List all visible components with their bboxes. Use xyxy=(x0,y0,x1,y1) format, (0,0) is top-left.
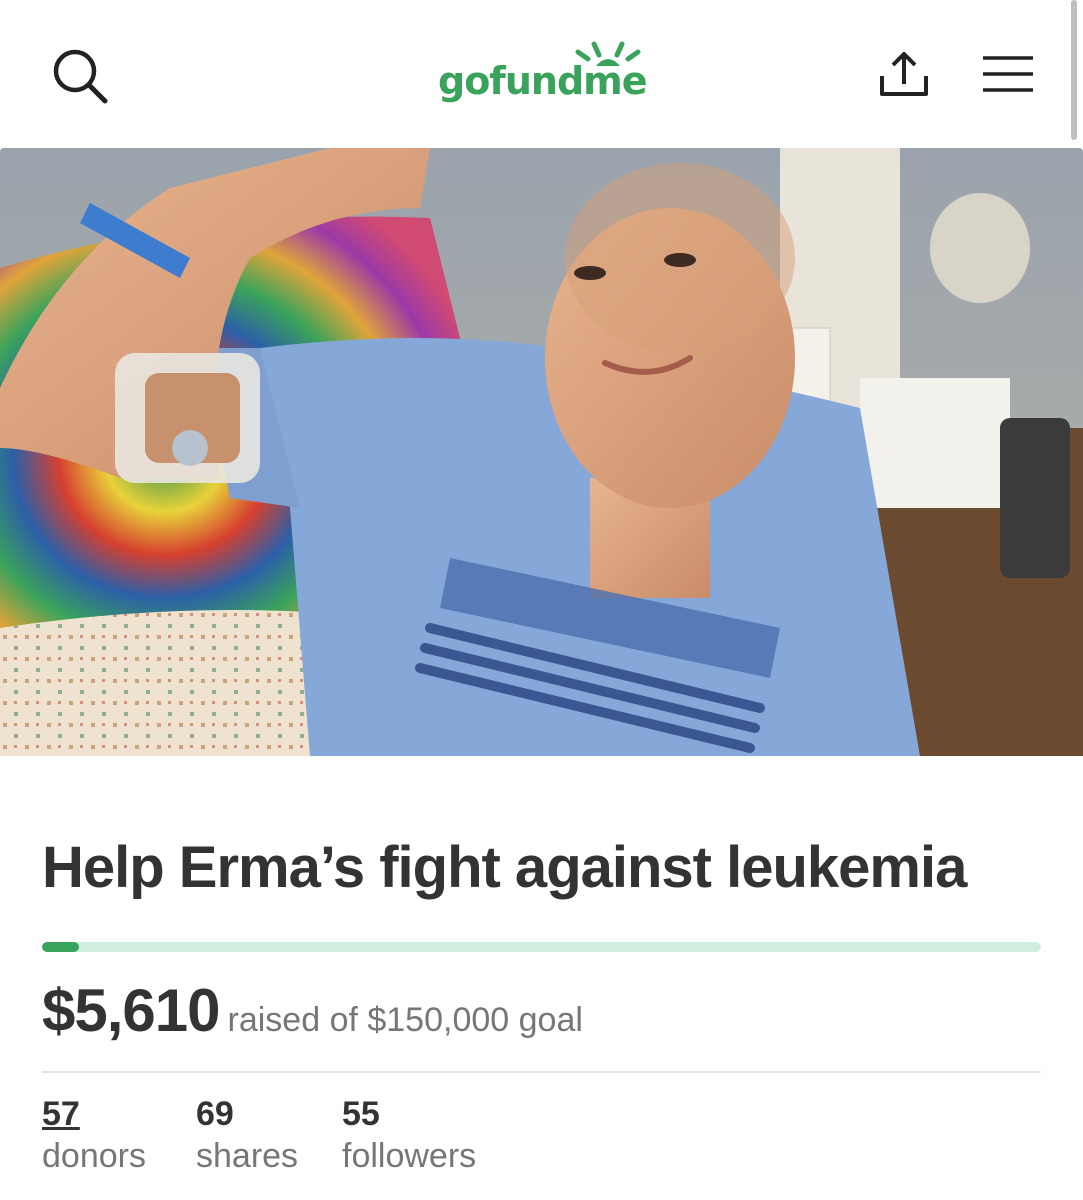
shares-label: shares xyxy=(196,1137,299,1175)
campaign-page: gofundme Help Erma’s fight against leuke… xyxy=(0,0,1083,1200)
stat-followers: 55 followers xyxy=(342,1094,476,1178)
goal-text: raised of $150,000 goal xyxy=(227,1001,583,1039)
logo-wordmark: gofundme xyxy=(438,59,648,103)
donors-label: donors xyxy=(42,1137,146,1175)
share-icon xyxy=(880,52,928,96)
followers-label: followers xyxy=(342,1137,477,1175)
campaign-hero-photo[interactable] xyxy=(0,148,1083,756)
amount-raised: $5,610 xyxy=(42,977,221,1044)
top-navigation-bar: gofundme xyxy=(0,0,1083,148)
hamburger-menu-icon xyxy=(983,56,1033,92)
campaign-title: Help Erma’s fight against leukemia xyxy=(42,835,967,900)
amount-raised-row: $5,610 raised of $150,000 goal xyxy=(42,976,583,1045)
gofundme-logo[interactable]: gofundme xyxy=(436,38,651,110)
donors-count-link[interactable]: 57 xyxy=(42,1094,146,1134)
divider xyxy=(42,1071,1041,1073)
search-button[interactable] xyxy=(50,46,110,106)
progress-bar-fill xyxy=(42,942,80,952)
search-icon xyxy=(53,49,108,104)
shares-count: 69 xyxy=(196,1095,234,1133)
share-button[interactable] xyxy=(876,46,932,102)
progress-bar xyxy=(42,942,1041,952)
menu-button[interactable] xyxy=(980,52,1036,96)
stat-donors[interactable]: 57 donors xyxy=(42,1094,146,1178)
stat-shares: 69 shares xyxy=(196,1094,298,1178)
hero-photo-illustration xyxy=(0,148,1083,756)
followers-count: 55 xyxy=(342,1095,380,1133)
